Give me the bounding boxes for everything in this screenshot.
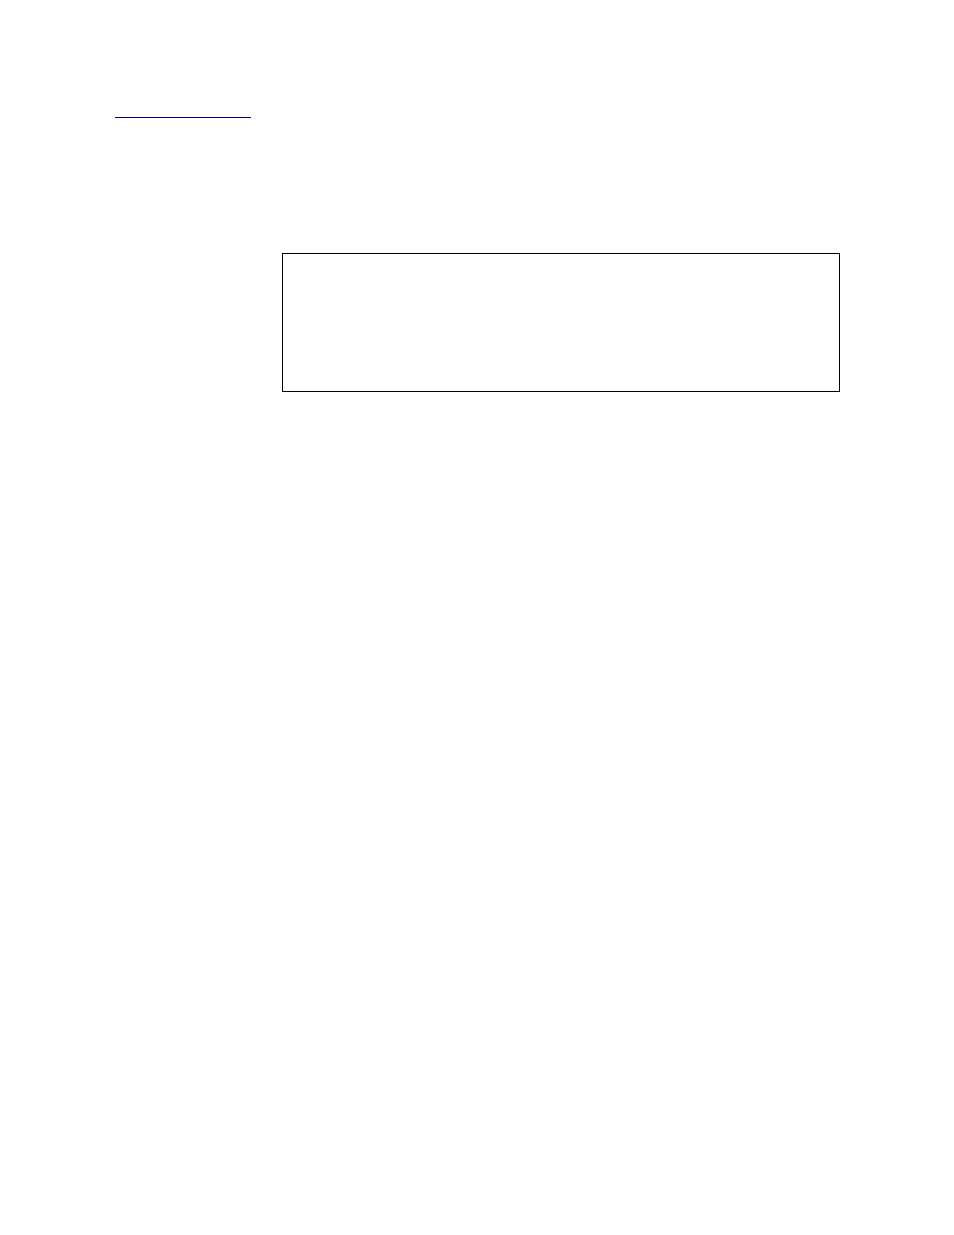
content-box — [282, 253, 840, 392]
link-underline[interactable] — [115, 117, 251, 118]
